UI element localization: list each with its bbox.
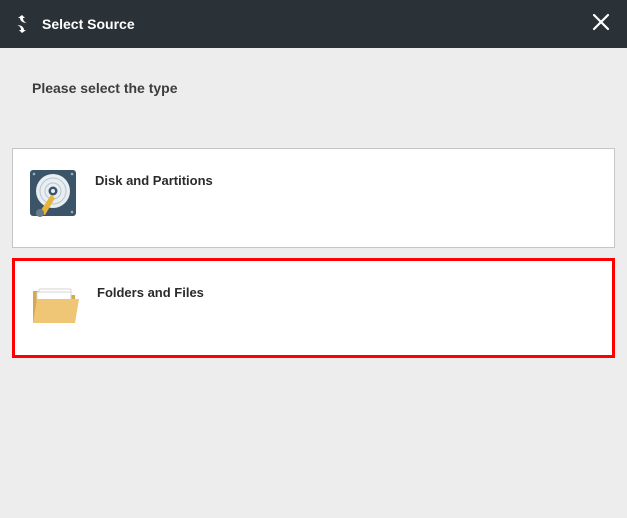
folder-icon (27, 277, 83, 333)
disk-icon (25, 165, 81, 221)
app-logo-icon (12, 14, 32, 34)
titlebar-title: Select Source (42, 16, 135, 32)
option-label: Disk and Partitions (95, 165, 213, 188)
option-label: Folders and Files (97, 277, 204, 300)
option-disk-partitions[interactable]: Disk and Partitions (12, 148, 615, 248)
options-list: Disk and Partitions Folders and Files (0, 120, 627, 358)
prompt-text: Please select the type (0, 48, 627, 120)
titlebar-left: Select Source (12, 14, 135, 34)
option-folders-files[interactable]: Folders and Files (12, 258, 615, 358)
titlebar: Select Source (0, 0, 627, 48)
close-icon (592, 13, 610, 36)
close-button[interactable] (587, 10, 615, 38)
